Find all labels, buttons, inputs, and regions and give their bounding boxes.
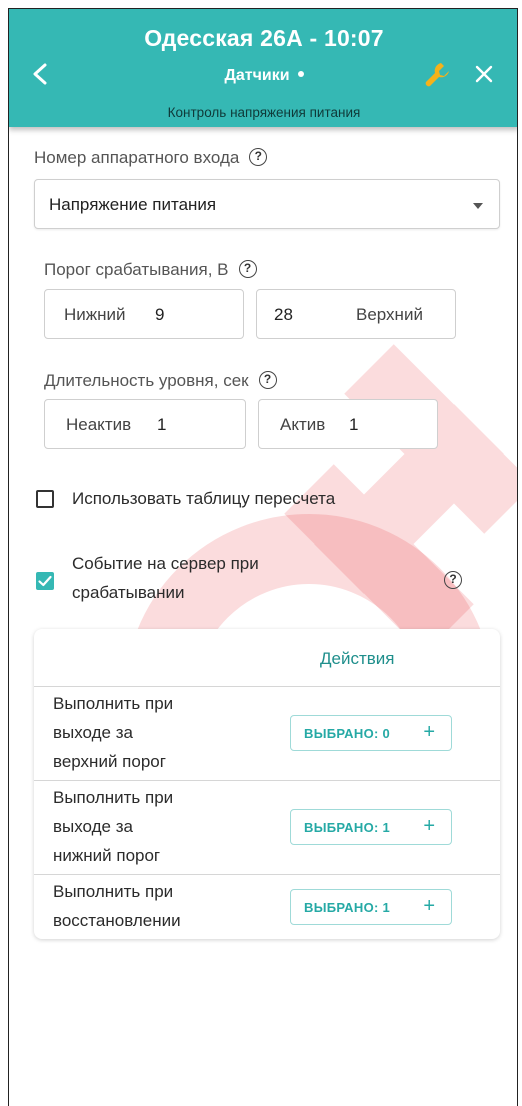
input-number-label-text: Номер аппаратного входа: [34, 148, 240, 167]
wrench-icon: [425, 63, 449, 87]
actions-card: Действия Выполнить при выходе за верхний…: [34, 629, 500, 939]
threshold-lower-label: Нижний: [64, 305, 126, 324]
actions-header-label: Действия: [320, 649, 395, 668]
app-header: Одесская 26А - 10:07 Датчики Контроль на…: [9, 9, 517, 127]
select-actions-button[interactable]: ВЫБРАНО: 0 +: [290, 715, 452, 751]
action-row-line: Выполнить при: [53, 788, 174, 807]
duration-inactive-label: Неактив: [66, 415, 132, 434]
action-row-upper: Выполнить при выходе за верхний порог ВЫ…: [34, 687, 500, 781]
duration-inactive-value: 1: [157, 415, 167, 434]
action-row-line: Выполнить при: [53, 694, 174, 713]
action-row-line: нижний порог: [53, 846, 161, 865]
threshold-label: Порог срабатывания, В?: [44, 259, 257, 280]
chevron-down-icon: [473, 203, 483, 209]
input-number-select[interactable]: Напряжение питания: [34, 179, 500, 229]
action-row-line: верхний порог: [53, 752, 166, 771]
action-row-line: восстановлении: [53, 911, 181, 930]
duration-active-value: 1: [349, 415, 359, 434]
use-table-checkbox[interactable]: [36, 490, 54, 508]
help-icon[interactable]: ?: [238, 259, 257, 278]
event-to-server-line1: Событие на сервер при: [72, 554, 259, 573]
duration-label-text: Длительность уровня, сек: [44, 371, 249, 390]
action-row-restore: Выполнить при восстановлении ВЫБРАНО: 1 …: [34, 875, 500, 939]
threshold-upper-field[interactable]: 28 Верхний: [256, 289, 456, 339]
input-number-value: Напряжение питания: [49, 195, 217, 214]
input-number-label: Номер аппаратного входа?: [34, 147, 268, 168]
event-to-server-label: Событие на сервер при срабатывании: [72, 549, 259, 607]
duration-active-field[interactable]: Актив 1: [258, 399, 438, 449]
help-icon[interactable]: ?: [444, 571, 462, 589]
selected-count-label: ВЫБРАНО: 1: [304, 820, 391, 835]
use-table-label: Использовать таблицу пересчета: [72, 489, 336, 508]
threshold-lower-value: 9: [155, 305, 165, 324]
status-dot: [297, 70, 304, 77]
close-icon: [475, 65, 493, 83]
actions-card-header: Действия: [34, 629, 500, 687]
help-icon[interactable]: ?: [249, 147, 268, 166]
back-button[interactable]: [27, 57, 57, 91]
selected-count-label: ВЫБРАНО: 0: [304, 726, 391, 741]
back-chevron-icon: [33, 63, 47, 85]
duration-label: Длительность уровня, сек?: [44, 370, 277, 391]
threshold-upper-label: Верхний: [356, 305, 423, 324]
action-row-line: выходе за: [53, 723, 133, 742]
event-to-server-checkbox[interactable]: [36, 572, 54, 590]
threshold-lower-field[interactable]: Нижний 9: [44, 289, 244, 339]
checkmark-icon: [38, 575, 52, 587]
action-row-text: Выполнить при восстановлении: [53, 877, 263, 935]
header-title: Одесская 26А - 10:07: [144, 25, 384, 51]
threshold-upper-value: 28: [274, 305, 293, 324]
sensor-settings-panel: Одесская 26А - 10:07 Датчики Контроль на…: [8, 8, 518, 1106]
action-row-line: выходе за: [53, 817, 133, 836]
duration-inactive-field[interactable]: Неактив 1: [44, 399, 246, 449]
selected-count-label: ВЫБРАНО: 1: [304, 900, 391, 915]
select-actions-button[interactable]: ВЫБРАНО: 1 +: [290, 889, 452, 925]
action-row-lower: Выполнить при выходе за нижний порог ВЫБ…: [34, 781, 500, 875]
help-icon[interactable]: ?: [258, 370, 277, 389]
plus-icon: +: [423, 721, 435, 743]
event-to-server-line2: срабатывании: [72, 583, 185, 602]
select-actions-button[interactable]: ВЫБРАНО: 1 +: [290, 809, 452, 845]
threshold-label-text: Порог срабатывания, В: [44, 260, 229, 279]
action-row-text: Выполнить при выходе за нижний порог: [53, 783, 263, 870]
plus-icon: +: [423, 895, 435, 917]
duration-active-label: Актив: [280, 415, 326, 434]
plus-icon: +: [423, 815, 435, 837]
close-button[interactable]: [471, 61, 497, 87]
header-subtitle: Контроль напряжения питания: [167, 105, 361, 120]
header-section-label: Датчики: [224, 67, 290, 84]
action-row-text: Выполнить при выходе за верхний порог: [53, 689, 263, 776]
action-row-line: Выполнить при: [53, 882, 174, 901]
settings-button[interactable]: [421, 57, 455, 91]
